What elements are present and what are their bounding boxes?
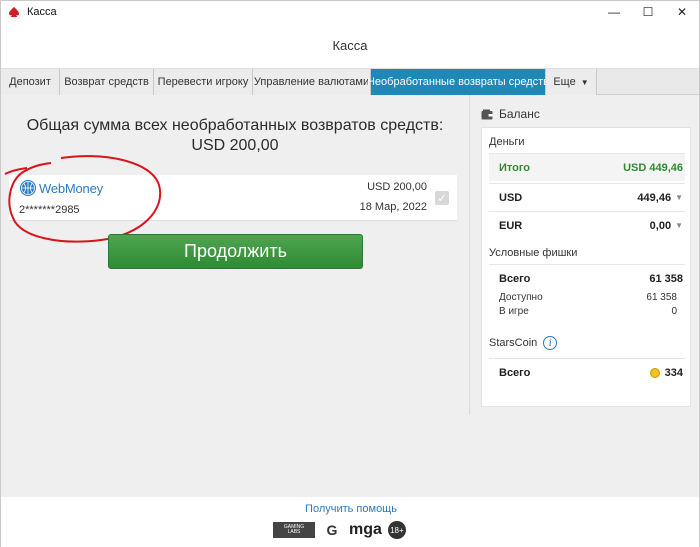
pokerstars-spade-icon [7, 5, 21, 19]
age-18-badge[interactable]: 18+ [387, 521, 406, 539]
tab-more-label: Еще [553, 76, 576, 88]
info-icon[interactable]: i [543, 336, 558, 350]
starscoin-total-row: Всего 334 [489, 358, 685, 386]
starscoin-value-wrap: 334 [649, 366, 683, 379]
page-title: Касса [332, 38, 368, 53]
tab-pending-withdrawals[interactable]: Необработанные возвраты средств [367, 69, 549, 95]
eur-value: 0,00 [649, 219, 672, 232]
mga-logo[interactable]: mga [349, 521, 382, 539]
tab-deposit[interactable]: Депозит [1, 69, 60, 95]
starscoin-coin-icon [649, 367, 660, 378]
cashier-window: Касса — ☐ ✕ Касса Депозит Возврат средст… [0, 0, 700, 547]
main-content: Общая сумма всех необработанных возврато… [1, 95, 699, 497]
webmoney-globe-icon [20, 180, 36, 196]
usd-balance-row[interactable]: USD 449,46 ▼ [489, 183, 685, 211]
pending-total-heading: Общая сумма всех необработанных возврато… [26, 117, 444, 134]
chips-available-label: Доступно [499, 292, 543, 303]
window-title: Касса [27, 6, 57, 18]
refund-date: 18 Мар, 2022 [359, 201, 427, 213]
chips-available-row: Доступно 61 358 [499, 292, 677, 303]
chips-available-value: 61 358 [646, 292, 677, 303]
balance-title: Баланс [499, 107, 540, 121]
chips-total-value: 61 358 [649, 272, 683, 285]
tab-transfer[interactable]: Перевести игроку [154, 69, 253, 95]
account-number: 2*******2985 [19, 204, 80, 216]
usd-value-wrap: 449,46 ▼ [637, 192, 683, 204]
money-section-label: Деньги [489, 136, 525, 148]
usd-value: 449,46 [637, 191, 672, 204]
balance-panel: Деньги Итого USD 449,46 USD 449,46 ▼ EUR… [481, 127, 691, 407]
gamcare-logo[interactable]: G [321, 519, 343, 541]
chips-total-row: Всего 61 358 [489, 264, 685, 292]
usd-label: USD [499, 191, 523, 204]
chevron-down-icon[interactable]: ▼ [675, 193, 683, 202]
starscoin-total-label: Всего [499, 366, 531, 379]
eur-value-wrap: 0,00 ▼ [650, 220, 683, 232]
starscoin-label: StarsCoin [489, 337, 538, 349]
refund-amount: USD 200,00 [367, 181, 427, 193]
minimize-button[interactable]: — [597, 1, 631, 23]
chips-ingame-row: В игре 0 [499, 306, 677, 317]
balance-total-label: Итого [499, 161, 531, 174]
payment-method-name: WebMoney [39, 180, 103, 196]
pending-total-amount: USD 200,00 [191, 137, 279, 154]
continue-button[interactable]: Продолжить [108, 234, 363, 269]
page-header: Касса [1, 23, 699, 69]
eur-label: EUR [499, 219, 523, 232]
tab-withdrawal[interactable]: Возврат средств [60, 69, 154, 95]
tab-bar: Депозит Возврат средств Перевести игроку… [1, 69, 699, 95]
tab-currency-management[interactable]: Управление валютами [253, 69, 371, 95]
eur-balance-row[interactable]: EUR 0,00 ▼ [489, 211, 685, 239]
panel-divider [469, 95, 470, 415]
chips-ingame-value: 0 [671, 306, 677, 317]
chips-ingame-label: В игре [499, 306, 529, 317]
webmoney-logo: WebMoney [19, 179, 103, 197]
refund-checkbox[interactable]: ✓ [435, 191, 449, 205]
close-button[interactable]: ✕ [665, 1, 699, 23]
starscoin-section: StarsCoin i [489, 336, 558, 350]
pending-refund-item[interactable]: WebMoney 2*******2985 USD 200,00 18 Мар,… [9, 175, 457, 221]
maximize-button[interactable]: ☐ [631, 1, 665, 23]
compliance-badges: GAMING LABS G mga 18+ [273, 519, 406, 541]
title-bar: Касса — ☐ ✕ [1, 1, 699, 23]
balance-header: Баланс [481, 107, 540, 121]
balance-total-value: USD 449,46 [623, 161, 683, 174]
window-controls: — ☐ ✕ [597, 1, 699, 23]
chevron-down-icon[interactable]: ▼ [675, 221, 683, 230]
wallet-icon [481, 109, 493, 119]
caret-down-icon: ▼ [580, 77, 589, 87]
footer: Получить помощь GAMING LABS G mga 18+ [1, 497, 699, 547]
get-help-link[interactable]: Получить помощь [1, 503, 700, 515]
play-chips-section-label: Условные фишки [489, 247, 578, 259]
tab-more[interactable]: Еще ▼ [546, 69, 597, 95]
chips-total-label: Всего [499, 272, 531, 285]
gaming-labs-certified-logo[interactable]: GAMING LABS [273, 522, 315, 538]
balance-total-row: Итого USD 449,46 [489, 153, 685, 181]
starscoin-total-value: 334 [664, 366, 683, 379]
